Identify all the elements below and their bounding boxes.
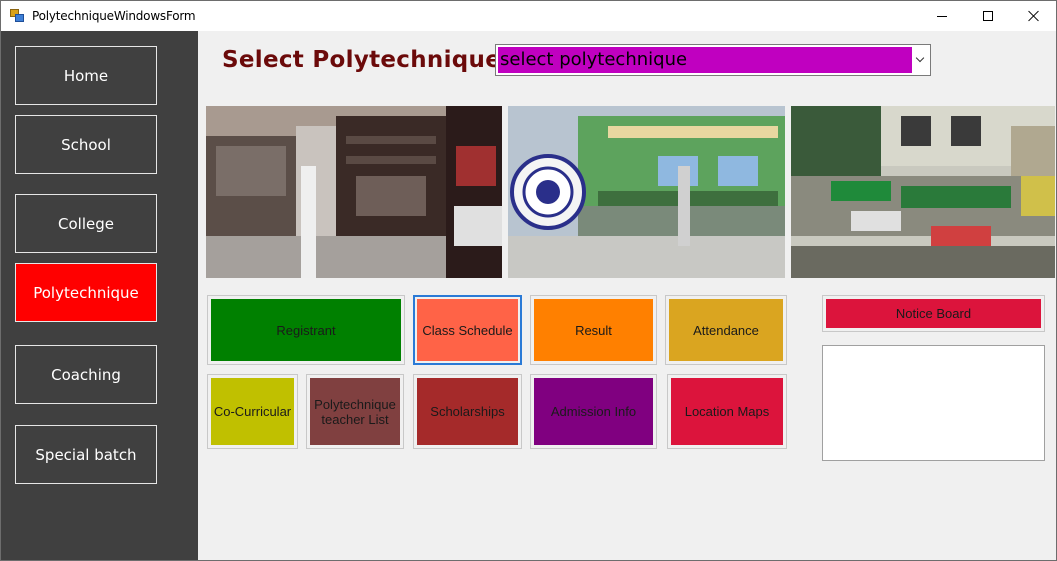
teacher-list-button-label: Polytechnique teacher List	[310, 378, 400, 445]
nav-college-button[interactable]: College	[15, 194, 157, 253]
location-maps-button-label: Location Maps	[671, 378, 783, 445]
polytechnique-select[interactable]: select polytechnique	[495, 44, 931, 76]
location-maps-button[interactable]: Location Maps	[667, 374, 787, 449]
nav-home-button[interactable]: Home	[15, 46, 157, 105]
window-title: PolytechniqueWindowsForm	[32, 9, 196, 23]
class-schedule-button[interactable]: Class Schedule	[413, 295, 522, 365]
registrant-button-label: Registrant	[211, 299, 401, 361]
close-icon	[1028, 10, 1040, 22]
attendance-button[interactable]: Attendance	[665, 295, 787, 365]
maximize-icon	[983, 11, 993, 21]
notice-board-button[interactable]: Notice Board	[822, 295, 1045, 332]
chevron-down-icon[interactable]	[912, 47, 928, 73]
attendance-button-label: Attendance	[669, 299, 783, 361]
result-button[interactable]: Result	[530, 295, 657, 365]
teacher-list-button[interactable]: Polytechnique teacher List	[306, 374, 404, 449]
nav-special-batch-button[interactable]: Special batch	[15, 425, 157, 484]
scholarships-button[interactable]: Scholarships	[413, 374, 522, 449]
title-bar: PolytechniqueWindowsForm	[1, 1, 1056, 31]
close-button[interactable]	[1011, 1, 1056, 31]
co-curricular-button[interactable]: Co-Curricular	[207, 374, 298, 449]
nav-school-button[interactable]: School	[15, 115, 157, 174]
maximize-button[interactable]	[965, 1, 1011, 31]
sidebar: Home School College Polytechnique Coachi…	[1, 31, 198, 560]
nav-polytechnique-button[interactable]: Polytechnique	[15, 263, 157, 322]
campus-photo-signboards	[791, 106, 1055, 278]
admission-info-button[interactable]: Admission Info	[530, 374, 657, 449]
notice-board-textbox[interactable]	[822, 345, 1045, 461]
scholarships-button-label: Scholarships	[417, 378, 518, 445]
app-icon	[10, 9, 24, 22]
minimize-icon	[937, 15, 947, 17]
notice-board-button-label: Notice Board	[826, 299, 1041, 328]
registrant-button[interactable]: Registrant	[207, 295, 405, 365]
polytechnique-select-value: select polytechnique	[498, 47, 912, 73]
class-schedule-button-label: Class Schedule	[417, 299, 518, 361]
campus-photo-logo	[508, 106, 785, 278]
nav-coaching-button[interactable]: Coaching	[15, 345, 157, 404]
campus-photo-building	[206, 106, 502, 278]
page-title: Select Polytechnique	[222, 47, 502, 73]
result-button-label: Result	[534, 299, 653, 361]
admission-info-button-label: Admission Info	[534, 378, 653, 445]
minimize-button[interactable]	[919, 1, 965, 31]
app-window: PolytechniqueWindowsForm Home School Col…	[0, 0, 1057, 561]
co-curricular-button-label: Co-Curricular	[211, 378, 294, 445]
